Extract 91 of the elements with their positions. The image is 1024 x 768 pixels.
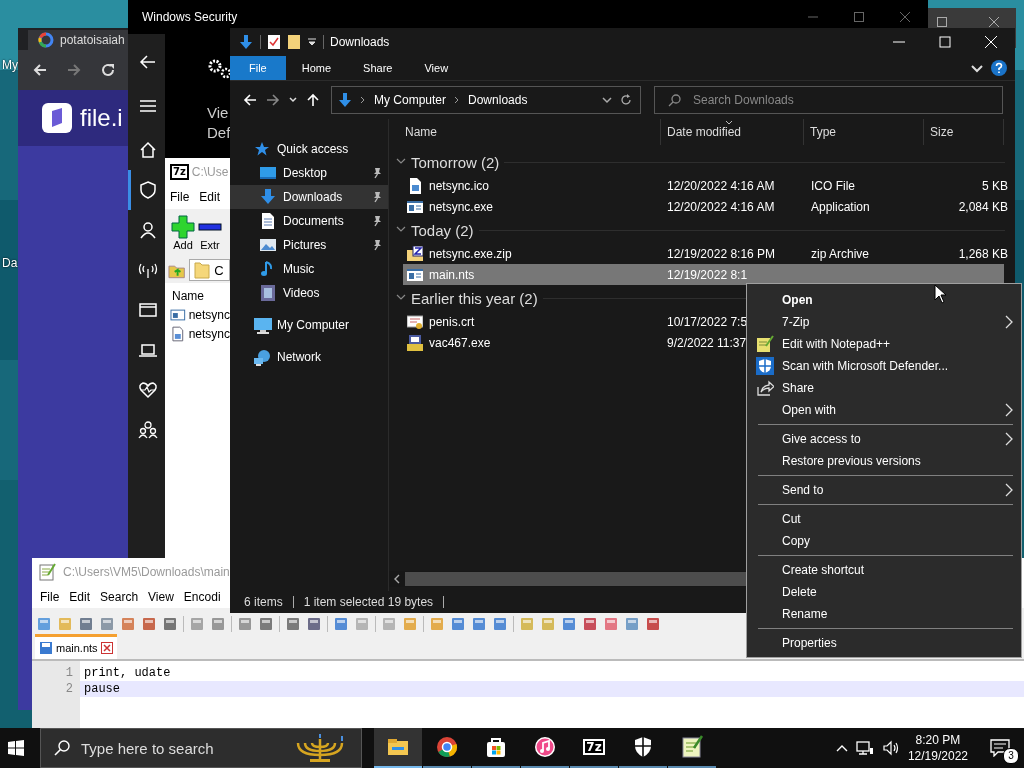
file-name[interactable]: netsync.exe (429, 199, 494, 214)
date-text: 12/20/2022 4:16 AM (667, 199, 775, 214)
menu-item[interactable]: Edit with Notepad++ (747, 333, 1021, 355)
menu-item[interactable]: Share (747, 377, 1021, 399)
menu-item[interactable]: Edit (199, 190, 221, 204)
column-header[interactable]: Name (389, 119, 661, 145)
nav-item[interactable]: Pictures (230, 233, 388, 257)
window-title: C:\Use (191, 164, 229, 179)
type-text: zip Archive (811, 246, 870, 261)
path-field[interactable]: C (189, 259, 230, 281)
notifications-button[interactable]: 3 (976, 728, 1024, 768)
notification-count: 3 (1003, 748, 1019, 764)
nav-item[interactable]: Music (230, 257, 388, 281)
column-header[interactable]: Size (924, 119, 1004, 145)
code-line: print, udate (83, 665, 172, 681)
menu-item[interactable]: Scan with Microsoft Defender... (747, 355, 1021, 377)
menu-item[interactable]: File (40, 590, 60, 604)
menu-item[interactable]: Rename (747, 603, 1021, 625)
menu-item[interactable]: Encodi (183, 590, 221, 604)
menu-item[interactable]: Send to (747, 479, 1021, 501)
search-field[interactable]: Type here to search (40, 728, 362, 768)
search-field[interactable]: Search Downloads (654, 86, 1003, 114)
clock[interactable]: 8:20 PM 12/19/2022 (899, 728, 976, 768)
file-name[interactable]: main.nts (429, 267, 475, 282)
file-name[interactable]: netsync (188, 326, 230, 341)
file-name[interactable]: netsync.exe.zip (429, 246, 512, 261)
desktop-icon-label[interactable]: Da (2, 256, 18, 270)
address-bar[interactable]: My Computer Downloads (331, 86, 641, 114)
nav-item[interactable]: Desktop (230, 161, 388, 185)
desktop-icon-label[interactable]: My (2, 58, 18, 72)
menu-item[interactable]: Edit (69, 590, 91, 604)
size-text: 1,268 KB (958, 246, 1008, 261)
status-text: 1 item selected 19 bytes (303, 595, 434, 609)
type-text: ICO File (811, 178, 855, 193)
menu-item[interactable]: Create shortcut (747, 559, 1021, 581)
menu-item[interactable]: View (148, 590, 174, 604)
file-name[interactable]: netsync (188, 307, 230, 322)
ribbon-tab[interactable]: File (230, 56, 286, 80)
menu-item[interactable]: File (170, 190, 190, 204)
ribbon-tab[interactable]: Share (347, 56, 409, 80)
nav-item[interactable]: Videos (230, 281, 388, 305)
size-text: 5 KB (982, 178, 1008, 193)
ribbon-tab[interactable]: Home (285, 56, 348, 80)
breadcrumb[interactable]: Downloads (468, 93, 528, 107)
menu-item[interactable]: Restore previous versions (747, 450, 1021, 472)
file-name[interactable]: vac467.exe (429, 335, 491, 350)
nav-item[interactable]: Network (230, 345, 388, 369)
menu-item[interactable]: Open with (747, 399, 1021, 421)
size-text: 2,084 KB (958, 199, 1008, 214)
window-title: C:\Users\VM5\Downloads\main (63, 565, 230, 579)
window-title: Windows Security (142, 10, 239, 24)
toolbar-button[interactable]: Extr (198, 209, 222, 257)
window-title: Downloads (330, 35, 391, 49)
ribbon-tab[interactable]: View (408, 56, 465, 80)
group-header[interactable]: Today (2) (411, 221, 474, 239)
menu-item[interactable]: 7-Zip (747, 311, 1021, 333)
column-header[interactable]: Type (804, 119, 924, 145)
date-text: 12/19/2022 8:1 (667, 267, 748, 282)
date-text: 12/20/2022 4:16 AM (667, 178, 775, 193)
menu-item[interactable]: Give access to (747, 428, 1021, 450)
line-number: 2 (64, 681, 74, 697)
document-tab[interactable]: main.nts (35, 634, 117, 659)
taskbar-app[interactable]: 7z (570, 728, 618, 768)
menu-item[interactable]: Open (747, 289, 1021, 311)
toolbar-button[interactable]: Add (171, 209, 195, 257)
nav-item[interactable]: Documents (230, 209, 388, 233)
line-number: 1 (64, 665, 74, 681)
nav-item[interactable]: My Computer (230, 313, 388, 337)
column-header[interactable]: Name (165, 283, 204, 305)
group-header[interactable]: Earlier this year (2) (411, 289, 538, 307)
file-name[interactable]: netsync.ico (429, 178, 490, 193)
app-logo: 7z (170, 163, 189, 180)
breadcrumb[interactable]: My Computer (374, 93, 447, 107)
description-text: Vie (207, 103, 230, 123)
menu-item[interactable]: Copy (747, 530, 1021, 552)
date-text: 12/19/2022 8:16 PM (667, 246, 776, 261)
group-header[interactable]: Tomorrow (2) (411, 153, 500, 171)
type-text: Application (811, 199, 870, 214)
menu-item[interactable]: Delete (747, 581, 1021, 603)
file-name[interactable]: penis.crt (429, 314, 475, 329)
description-text: Def (207, 123, 232, 143)
menu-item[interactable]: Properties (747, 632, 1021, 654)
file-row[interactable]: main.nts 12/19/2022 8:1 (403, 264, 1004, 285)
site-name: file.i (80, 104, 123, 132)
status-text: 6 items (244, 595, 283, 609)
menu-item[interactable]: Cut (747, 508, 1021, 530)
menu-item[interactable]: Search (100, 590, 139, 604)
date-text: 9/2/2022 11:37 (667, 335, 747, 350)
nav-item[interactable]: Quick access (230, 137, 388, 161)
nav-item[interactable]: Downloads (230, 185, 388, 209)
column-header[interactable]: Date modified (661, 119, 804, 145)
